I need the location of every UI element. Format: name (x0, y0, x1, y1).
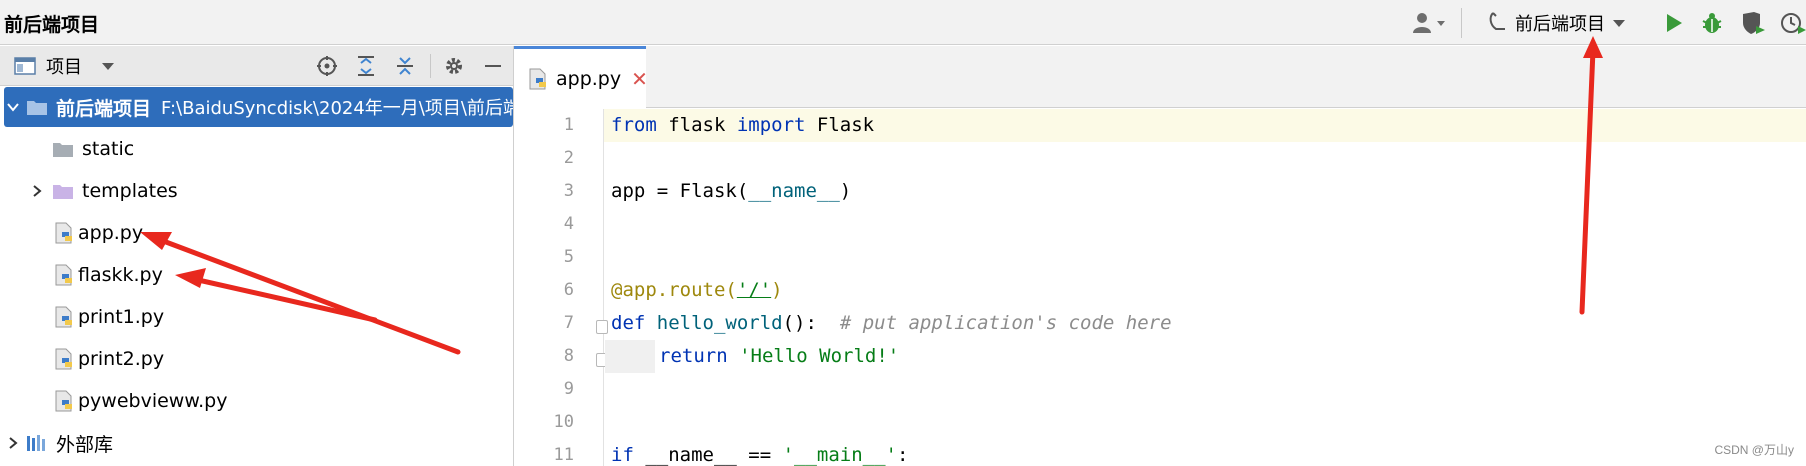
gear-icon[interactable] (442, 54, 466, 78)
chevron-right-icon[interactable] (30, 184, 44, 198)
line-number: 1 (563, 115, 574, 135)
tree-item-templates[interactable]: templates (0, 171, 513, 211)
tree-item-print1-py[interactable]: print1.py (0, 297, 513, 337)
tree-item-label: pywebvieww.py (78, 390, 228, 412)
tree-item-flaskk-py[interactable]: flaskk.py (0, 255, 513, 295)
line-number: 7 (563, 313, 574, 333)
chevron-down-icon[interactable] (6, 100, 20, 114)
minimize-icon[interactable] (481, 54, 505, 78)
code-line-11: if __name__ == '__main__': (611, 444, 909, 466)
debug-bug-icon[interactable] (1700, 10, 1724, 36)
code-line-6: @app.route('/') (611, 279, 783, 301)
chevron-right-icon[interactable] (6, 436, 20, 450)
tree-item-print2-py[interactable]: print2.py (0, 339, 513, 379)
tree-item-app-py[interactable]: app.py (0, 213, 513, 253)
tree-item-label: templates (82, 180, 178, 202)
line-number: 3 (563, 181, 574, 201)
python-file-icon (54, 222, 74, 244)
tree-item-label: print1.py (78, 306, 165, 328)
library-icon (26, 433, 50, 453)
python-run-config-icon (1487, 10, 1509, 37)
line-number: 6 (563, 280, 574, 300)
project-view-icon (14, 56, 36, 76)
chevron-down-icon[interactable] (100, 60, 116, 72)
line-number: 11 (553, 445, 574, 465)
tree-item-label: flaskk.py (78, 264, 163, 286)
python-file-icon (54, 348, 74, 370)
root-project-name: 前后端项目 (56, 97, 152, 120)
python-file-icon (528, 68, 548, 90)
line-number: 9 (563, 379, 574, 399)
python-file-icon (54, 264, 74, 286)
project-view-label[interactable]: 项目 (46, 53, 82, 79)
project-tree: 前后端项目 F:\BaiduSyncdisk\2024年一月\项目\前后端项 s… (0, 87, 513, 466)
root-project-path: F:\BaiduSyncdisk\2024年一月\项目\前后端项 (161, 98, 513, 119)
run-config-label: 前后端项目 (1515, 14, 1605, 35)
chevron-down-icon (1611, 13, 1627, 34)
tree-item-label: app.py (78, 222, 144, 244)
code-line-7: def hello_world(): # put application's c… (611, 312, 1172, 334)
line-number-gutter: 1 2 3 4 5 6 7 8 9 10 11 (514, 109, 608, 466)
collapse-all-icon[interactable] (393, 54, 417, 78)
code-line-3: app = Flask(__name__) (611, 180, 852, 202)
folder-icon (52, 182, 74, 200)
tab-label: app.py (556, 67, 622, 90)
run-icon[interactable] (1664, 10, 1684, 36)
line-number: 2 (563, 148, 574, 168)
close-icon[interactable]: ✕ (631, 67, 648, 91)
python-file-icon (54, 390, 74, 412)
code-editor[interactable]: from flask import Flask app = Flask(__na… (605, 109, 1806, 466)
line-number: 5 (563, 247, 574, 267)
tab-app-py[interactable]: app.py ✕ (514, 46, 648, 108)
folder-icon (52, 140, 74, 158)
tree-root-item[interactable]: 前后端项目 F:\BaiduSyncdisk\2024年一月\项目\前后端项 (4, 87, 513, 127)
user-account-icon[interactable] (1412, 10, 1448, 36)
tree-item-label: print2.py (78, 348, 165, 370)
python-file-icon (54, 306, 74, 328)
line-number: 8 (563, 346, 574, 366)
header-separator (430, 54, 431, 78)
toolbar-separator (1461, 8, 1462, 38)
project-title: 前后端项目 (4, 14, 100, 36)
folder-icon (26, 98, 48, 116)
run-configuration-selector[interactable]: 前后端项目 (1487, 8, 1627, 38)
line-number: 4 (563, 214, 574, 234)
watermark: CSDN @万山y (1714, 443, 1794, 457)
coverage-shield-icon[interactable] (1740, 10, 1766, 36)
title-bar: 前后端项目 前后端项目 (0, 0, 1806, 45)
project-panel-header: 项目 (0, 46, 513, 86)
profiler-clock-icon[interactable] (1780, 10, 1806, 36)
editor-tab-bar: app.py ✕ (514, 46, 1806, 108)
tree-item-external-libraries[interactable]: 外部库 (0, 423, 513, 463)
tree-item-pywebvieww-py[interactable]: pywebvieww.py (0, 381, 513, 421)
line-number: 10 (553, 412, 574, 432)
code-line-8: return 'Hello World!' (659, 345, 900, 367)
code-line-1: from flask import Flask (611, 114, 875, 136)
tree-item-static[interactable]: static (0, 129, 513, 169)
expand-all-icon[interactable] (354, 54, 378, 78)
tree-item-label: 外部库 (56, 433, 114, 456)
tree-item-label: static (82, 138, 135, 160)
locate-file-icon[interactable] (315, 54, 339, 78)
